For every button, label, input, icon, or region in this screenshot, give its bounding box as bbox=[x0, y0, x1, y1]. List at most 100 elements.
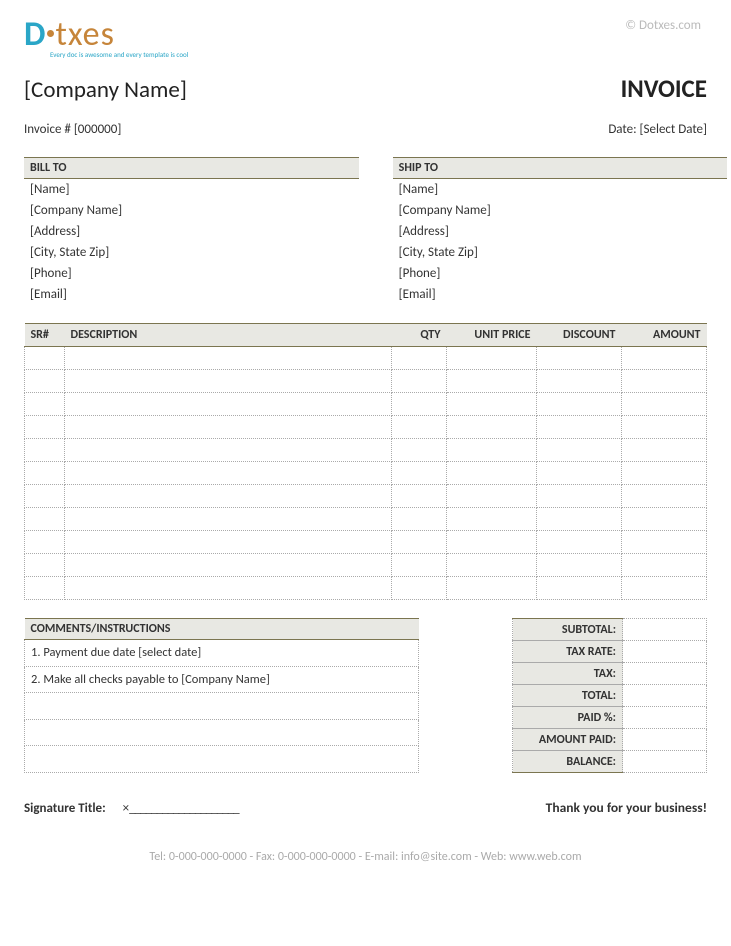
summary-table: SUBTOTAL: TAX RATE: TAX: TOTAL: PAID %: … bbox=[512, 618, 707, 773]
comment-row: 1. Payment due date [select date] bbox=[25, 640, 419, 667]
table-cell bbox=[537, 370, 622, 393]
table-row bbox=[25, 577, 707, 600]
table-cell bbox=[65, 531, 392, 554]
bill-to-name: [Name] bbox=[24, 179, 359, 200]
summary-row: TAX RATE: bbox=[513, 641, 707, 663]
col-amount: AMOUNT bbox=[622, 324, 707, 347]
table-cell bbox=[65, 577, 392, 600]
comments-table: COMMENTS/INSTRUCTIONS 1. Payment due dat… bbox=[24, 618, 419, 773]
table-cell bbox=[447, 531, 537, 554]
line-items-table: SR# DESCRIPTION QTY UNIT PRICE DISCOUNT … bbox=[24, 323, 707, 600]
table-cell bbox=[537, 416, 622, 439]
table-cell bbox=[65, 462, 392, 485]
col-description: DESCRIPTION bbox=[65, 324, 392, 347]
table-row bbox=[25, 347, 707, 370]
table-row bbox=[25, 508, 707, 531]
table-cell bbox=[447, 462, 537, 485]
table-cell bbox=[25, 508, 65, 531]
table-cell bbox=[65, 347, 392, 370]
ship-to-city: [City, State Zip] bbox=[393, 242, 728, 263]
table-cell bbox=[65, 485, 392, 508]
table-cell bbox=[447, 554, 537, 577]
invoice-date-label: Date: bbox=[608, 122, 636, 137]
table-cell bbox=[392, 554, 447, 577]
comments-header: COMMENTS/INSTRUCTIONS bbox=[25, 619, 419, 640]
amount-paid-label: AMOUNT PAID: bbox=[513, 729, 623, 751]
table-cell bbox=[447, 370, 537, 393]
comment-cell: 1. Payment due date [select date] bbox=[25, 640, 419, 667]
table-cell bbox=[622, 508, 707, 531]
table-cell bbox=[447, 393, 537, 416]
bill-to-address: [Address] bbox=[24, 221, 359, 242]
table-cell bbox=[392, 347, 447, 370]
company-name: [Company Name] bbox=[24, 76, 187, 104]
lower-section: COMMENTS/INSTRUCTIONS 1. Payment due dat… bbox=[24, 618, 707, 773]
tax-rate-value bbox=[623, 641, 707, 663]
table-row bbox=[25, 485, 707, 508]
bill-to-company: [Company Name] bbox=[24, 200, 359, 221]
table-cell bbox=[447, 577, 537, 600]
paid-pct-value bbox=[623, 707, 707, 729]
table-cell bbox=[622, 554, 707, 577]
table-cell bbox=[537, 439, 622, 462]
table-cell bbox=[25, 347, 65, 370]
col-unit-price: UNIT PRICE bbox=[447, 324, 537, 347]
table-cell bbox=[65, 554, 392, 577]
invoice-number: Invoice # [000000] bbox=[24, 122, 121, 137]
table-cell bbox=[392, 439, 447, 462]
logo-letter: D bbox=[24, 14, 46, 55]
table-cell bbox=[65, 393, 392, 416]
table-cell bbox=[65, 439, 392, 462]
items-header-row: SR# DESCRIPTION QTY UNIT PRICE DISCOUNT … bbox=[25, 324, 707, 347]
bill-to-block: BILL TO [Name] [Company Name] [Address] … bbox=[24, 157, 359, 305]
tax-label: TAX: bbox=[513, 663, 623, 685]
summary-row: TOTAL: bbox=[513, 685, 707, 707]
signature-label: Signature Title: bbox=[24, 801, 106, 816]
logo-tagline: Every doc is awesome and every template … bbox=[50, 50, 707, 59]
table-cell bbox=[537, 393, 622, 416]
table-cell bbox=[392, 531, 447, 554]
subtotal-label: SUBTOTAL: bbox=[513, 619, 623, 641]
table-cell bbox=[537, 347, 622, 370]
comment-row bbox=[25, 719, 419, 746]
table-cell bbox=[447, 439, 537, 462]
col-sr: SR# bbox=[25, 324, 65, 347]
thank-you: Thank you for your business! bbox=[546, 799, 707, 816]
table-cell bbox=[65, 370, 392, 393]
dot-icon bbox=[47, 30, 54, 37]
table-cell bbox=[25, 393, 65, 416]
table-cell bbox=[25, 577, 65, 600]
tax-rate-label: TAX RATE: bbox=[513, 641, 623, 663]
watermark: © Dotxes.com bbox=[625, 18, 701, 33]
summary-row: SUBTOTAL: bbox=[513, 619, 707, 641]
footer: Tel: 0-000-000-0000 - Fax: 0-000-000-000… bbox=[24, 850, 707, 864]
comment-row bbox=[25, 693, 419, 720]
table-cell bbox=[537, 462, 622, 485]
ship-to-name: [Name] bbox=[393, 179, 728, 200]
table-cell bbox=[25, 416, 65, 439]
table-cell bbox=[392, 416, 447, 439]
tax-value bbox=[623, 663, 707, 685]
table-cell bbox=[392, 577, 447, 600]
bill-to-header: BILL TO bbox=[24, 157, 359, 179]
table-cell bbox=[25, 531, 65, 554]
table-cell bbox=[622, 462, 707, 485]
table-cell bbox=[537, 485, 622, 508]
ship-to-header: SHIP TO bbox=[393, 157, 728, 179]
subtotal-value bbox=[623, 619, 707, 641]
table-row bbox=[25, 462, 707, 485]
bill-to-email: [Email] bbox=[24, 284, 359, 305]
table-cell bbox=[622, 577, 707, 600]
summary-row: TAX: bbox=[513, 663, 707, 685]
header-row: [Company Name] INVOICE bbox=[24, 73, 707, 104]
table-cell bbox=[25, 485, 65, 508]
col-discount: DISCOUNT bbox=[537, 324, 622, 347]
table-cell bbox=[25, 370, 65, 393]
comment-cell bbox=[25, 693, 419, 720]
table-cell bbox=[392, 485, 447, 508]
invoice-number-value: [000000] bbox=[74, 122, 122, 137]
table-cell bbox=[392, 462, 447, 485]
ship-to-address: [Address] bbox=[393, 221, 728, 242]
invoice-page: © Dotxes.com Dtxes Every doc is awesome … bbox=[0, 0, 731, 894]
table-cell bbox=[537, 508, 622, 531]
